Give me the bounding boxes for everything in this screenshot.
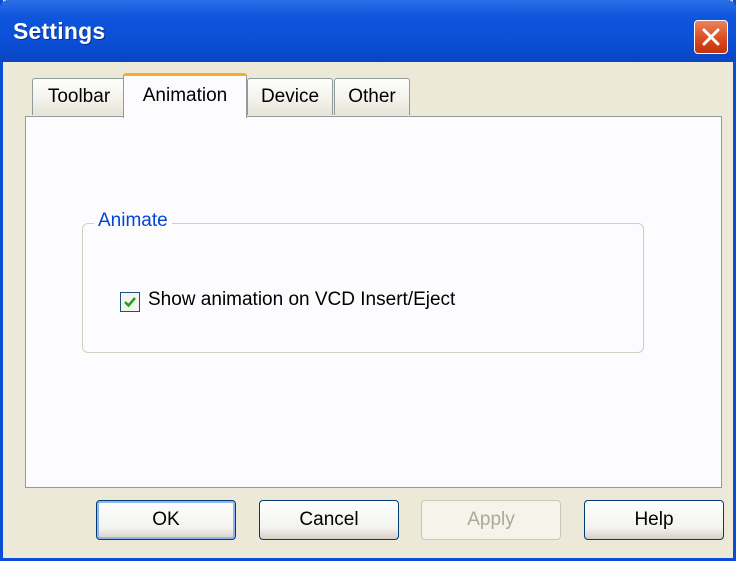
cancel-button[interactable]: Cancel: [259, 500, 399, 540]
tab-animation[interactable]: Animation: [123, 73, 247, 118]
apply-button[interactable]: Apply: [421, 500, 561, 540]
show-animation-checkbox[interactable]: [120, 292, 140, 312]
tab-panel-animation: Animate Show animation on VCD Insert/Eje…: [25, 116, 722, 488]
animate-groupbox: Animate Show animation on VCD Insert/Eje…: [82, 210, 644, 353]
ok-button[interactable]: OK: [96, 500, 236, 540]
title-bar[interactable]: Settings: [0, 0, 736, 62]
window-title: Settings: [13, 18, 106, 44]
tab-toolbar[interactable]: Toolbar: [32, 78, 126, 115]
tab-device[interactable]: Device: [247, 78, 333, 115]
check-icon: [124, 297, 136, 308]
tab-other[interactable]: Other: [334, 78, 410, 115]
close-button[interactable]: [694, 20, 728, 54]
help-button[interactable]: Help: [584, 500, 724, 540]
settings-dialog: Settings Toolbar Animation Device Other …: [0, 0, 736, 561]
show-animation-label[interactable]: Show animation on VCD Insert/Eject: [148, 289, 455, 311]
groupbox-label: Animate: [94, 210, 172, 232]
close-icon: [702, 28, 720, 46]
